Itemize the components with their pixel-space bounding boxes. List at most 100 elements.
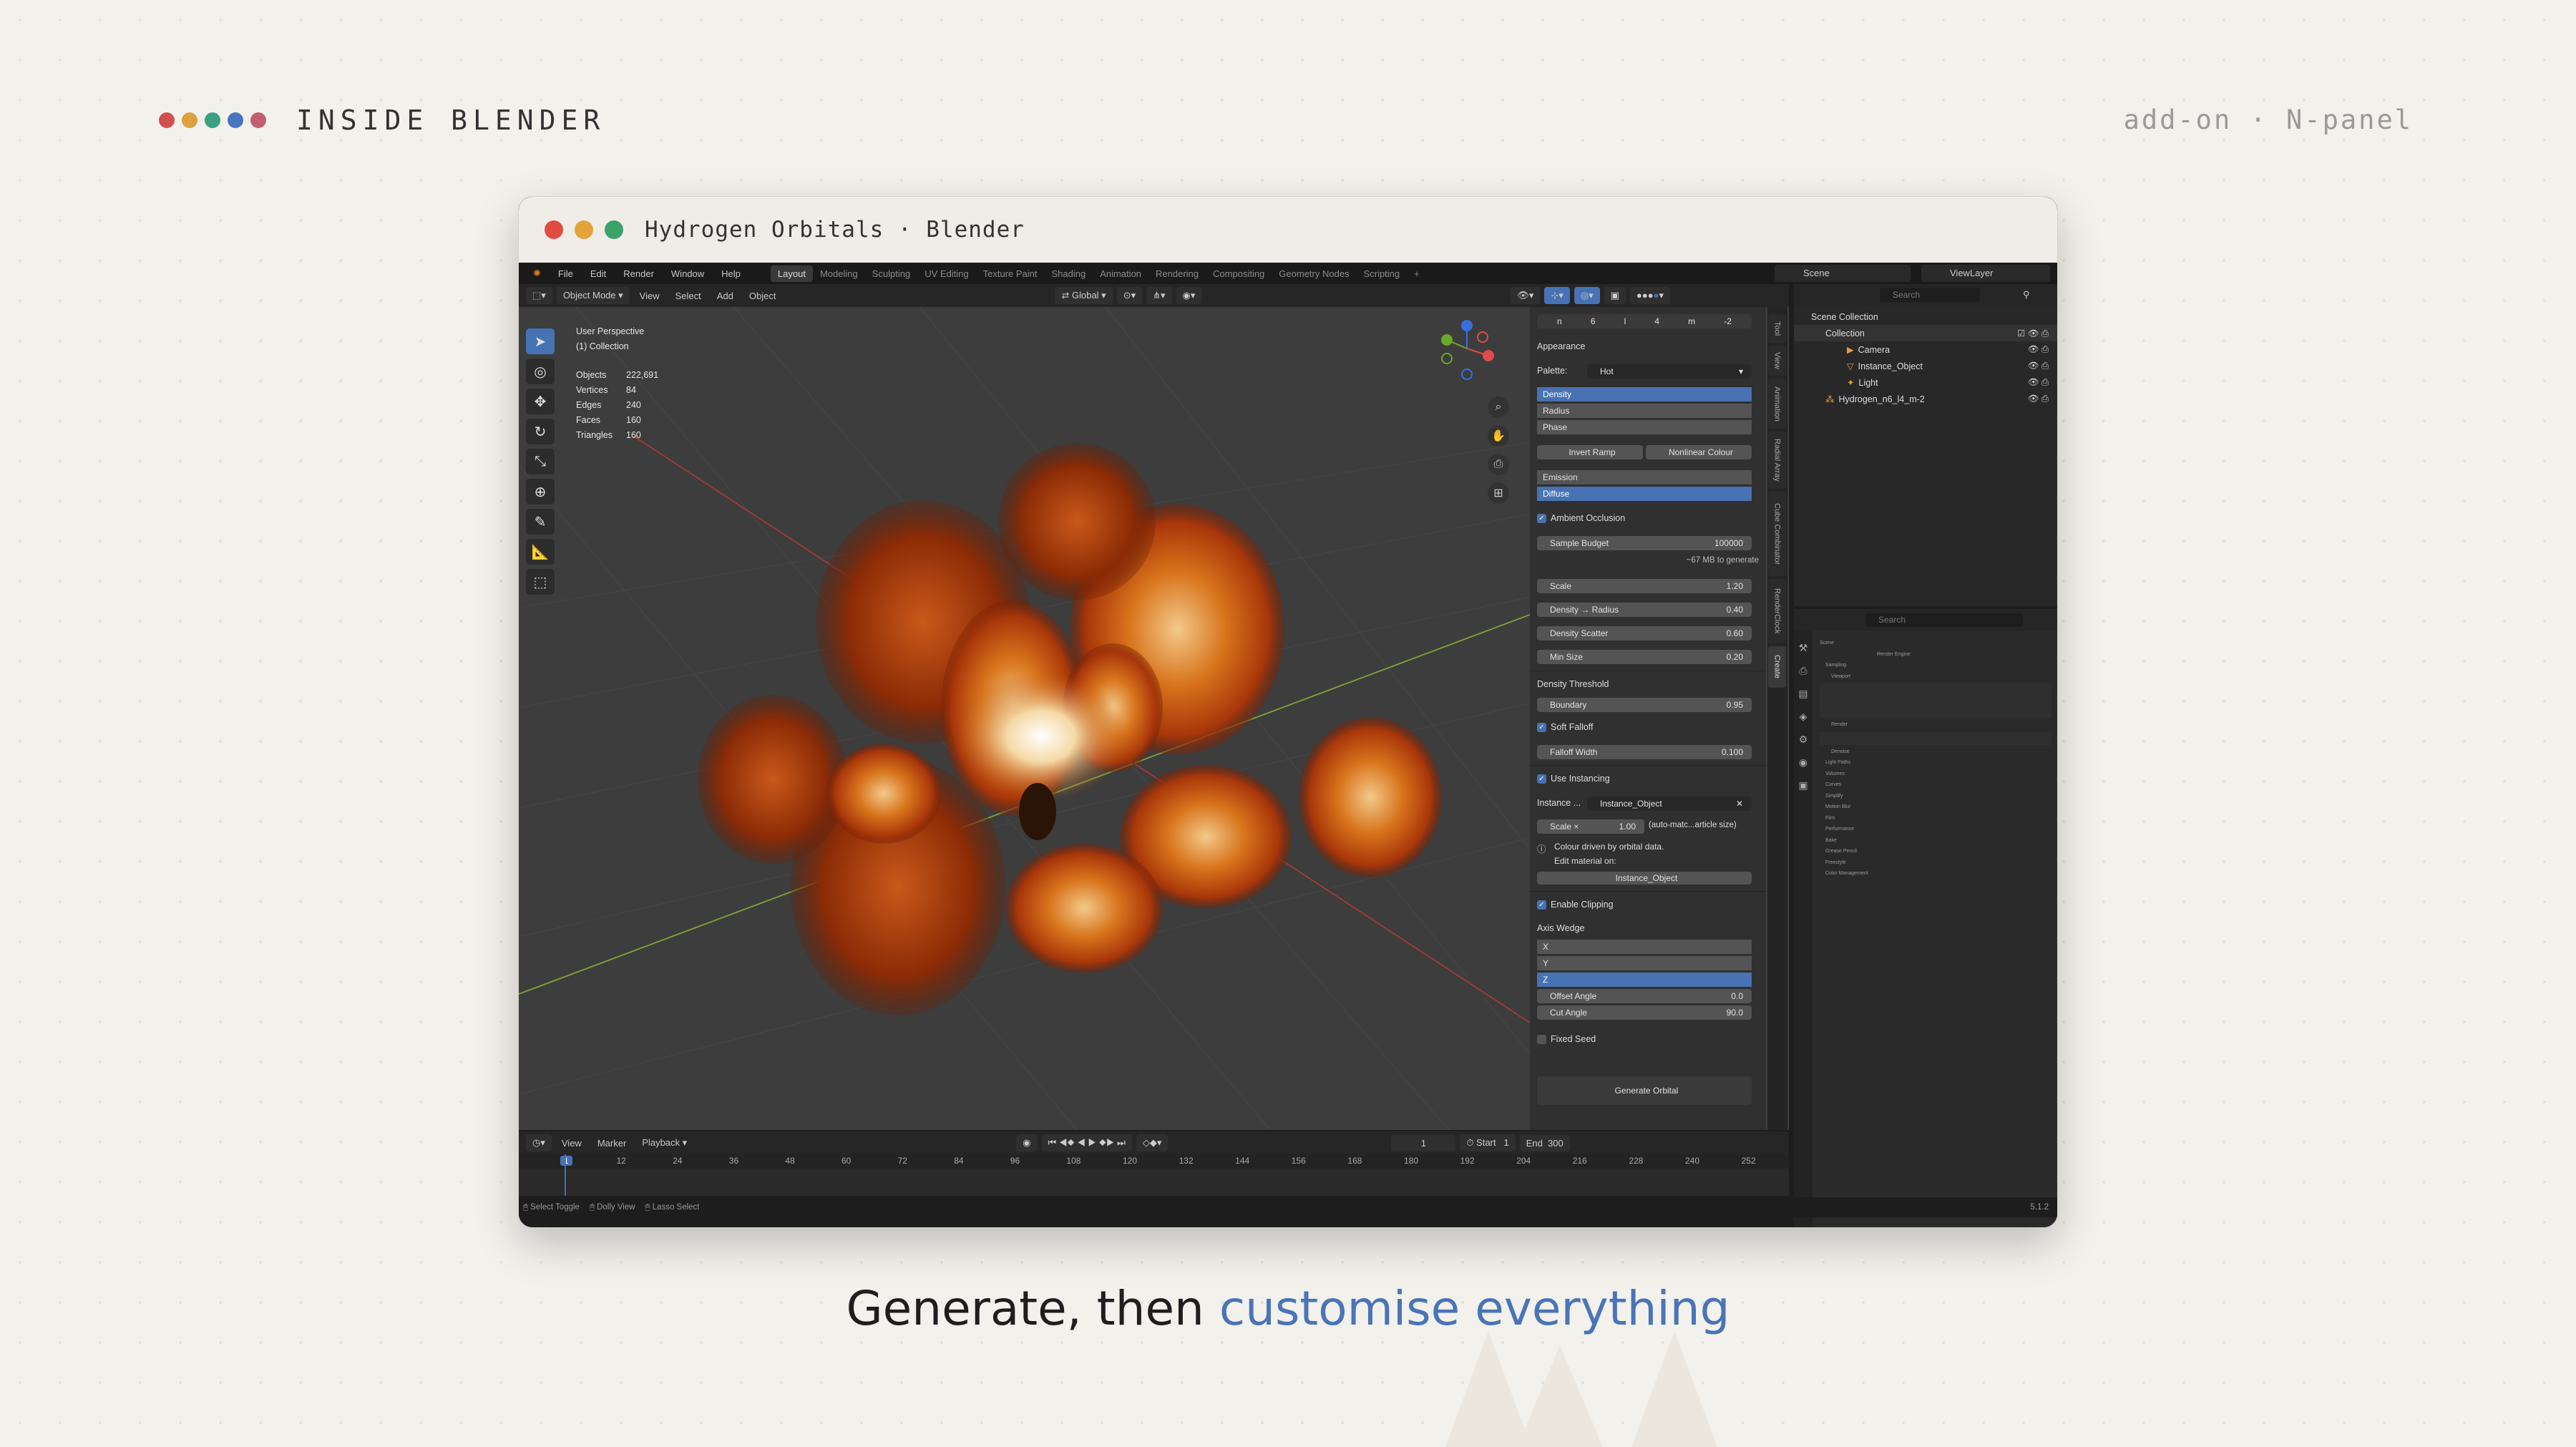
proportional-edit-icon[interactable]: ◉▾ bbox=[1176, 287, 1202, 304]
visibility-eye-icon[interactable]: ☑ 👁 ⎙ bbox=[2017, 328, 2049, 339]
instance-object-field[interactable]: Instance_Object ✕ bbox=[1587, 796, 1752, 811]
shading-diffuse[interactable]: Diffuse bbox=[1537, 487, 1752, 501]
tab-layout[interactable]: Layout bbox=[770, 265, 813, 282]
material-object-field[interactable]: Instance_Object bbox=[1537, 872, 1752, 885]
axis-z-option[interactable]: Z bbox=[1537, 973, 1752, 987]
palette-dropdown[interactable]: Hot ▾ bbox=[1587, 364, 1752, 379]
timeline-menu-marker[interactable]: Marker bbox=[592, 1135, 632, 1151]
visibility-eye-icon[interactable]: 👁 ⎙ bbox=[2028, 344, 2049, 355]
prop-row[interactable]: Denoise bbox=[1820, 746, 2051, 758]
overlays-icon[interactable]: ◎▾ bbox=[1574, 287, 1600, 304]
tab-animation[interactable]: Animation bbox=[1093, 265, 1148, 282]
snap-icon[interactable]: ⋔▾ bbox=[1146, 287, 1172, 304]
scale-tool-icon[interactable]: ⤡ bbox=[526, 449, 555, 474]
menu-view[interactable]: View bbox=[634, 288, 665, 304]
timeline[interactable]: 1 12 24 36 48 60 72 84 96 108 120 132 144 156 168 180 19… bbox=[519, 1154, 1789, 1196]
timeline-editor-type-icon[interactable]: ◷▾ bbox=[526, 1134, 552, 1151]
timeline-menu-playback[interactable]: Playback ▾ bbox=[636, 1134, 693, 1151]
tab-shading[interactable]: Shading bbox=[1045, 265, 1093, 282]
falloff-width-field[interactable]: Falloff Width 0.100 bbox=[1537, 745, 1752, 759]
density-scatter-field[interactable]: Density Scatter 0.60 bbox=[1537, 626, 1752, 640]
menu-edit[interactable]: Edit bbox=[582, 268, 615, 279]
prop-row[interactable]: Freestyle bbox=[1820, 857, 2051, 869]
properties-tab-icons[interactable]: ⚒ ⎙ ▤ ◈ ⚙ ◉ ▣ bbox=[1794, 630, 1813, 796]
editor-type-button[interactable]: ⬚▾ bbox=[526, 287, 552, 304]
pan-hand-icon[interactable]: ✋ bbox=[1488, 425, 1509, 447]
prop-row[interactable]: Light Paths bbox=[1820, 757, 2051, 769]
prop-row[interactable]: Motion Blur bbox=[1820, 802, 2051, 813]
filter-icon[interactable]: ⚲ bbox=[2023, 289, 2030, 301]
enable-clipping-checkbox[interactable]: ✓ Enable Clipping bbox=[1537, 900, 1614, 910]
move-tool-icon[interactable]: ✥ bbox=[526, 389, 555, 414]
tab-cube-combinator[interactable]: Cube Combinator bbox=[1768, 492, 1786, 576]
visibility-eye-icon[interactable]: 👁 ⎙ bbox=[2028, 394, 2049, 404]
prop-row[interactable]: Grease Pencil bbox=[1820, 846, 2051, 857]
menu-file[interactable]: File bbox=[550, 268, 582, 279]
timeline-menu-view[interactable]: View bbox=[556, 1135, 587, 1151]
boundary-field[interactable]: Boundary 0.95 bbox=[1537, 698, 1752, 712]
orientation-selector[interactable]: ⇄ Global ▾ bbox=[1055, 287, 1113, 304]
cursor-tool-icon[interactable]: ◎ bbox=[526, 359, 555, 384]
navigation-gizmo-icon[interactable] bbox=[1438, 318, 1496, 383]
prop-row[interactable]: Volumes bbox=[1820, 769, 2051, 780]
fixed-seed-checkbox[interactable]: Fixed Seed bbox=[1537, 1034, 1596, 1044]
start-frame-field[interactable]: ⏱ Start 1 bbox=[1460, 1134, 1516, 1151]
tab-sculpting[interactable]: Sculpting bbox=[865, 265, 917, 282]
menu-select[interactable]: Select bbox=[670, 288, 707, 304]
playback-controls[interactable]: ⏮ ◀◆ ◀ ▶ ◆▶ ⏭ bbox=[1041, 1134, 1132, 1151]
prop-row[interactable]: Performance bbox=[1820, 824, 2051, 835]
ambient-occlusion-checkbox[interactable]: ✓ Ambient Occlusion bbox=[1537, 513, 1625, 523]
tab-tool[interactable]: Tool bbox=[1768, 314, 1786, 343]
density-radius-field[interactable]: Density → Radius 0.40 bbox=[1537, 603, 1752, 617]
close-window-button[interactable] bbox=[545, 220, 563, 239]
min-size-field[interactable]: Min Size 0.20 bbox=[1537, 650, 1752, 664]
tab-modeling[interactable]: Modeling bbox=[813, 265, 865, 282]
properties-search[interactable]: Search bbox=[1865, 613, 2023, 627]
measure-tool-icon[interactable]: 📐 bbox=[526, 539, 555, 565]
soft-falloff-checkbox[interactable]: ✓ Soft Falloff bbox=[1537, 722, 1594, 732]
camera-view-icon[interactable]: ⎙ bbox=[1488, 454, 1509, 475]
visibility-eye-icon[interactable]: 👁 ⎙ bbox=[2028, 377, 2049, 388]
gizmo-toggle-icon[interactable]: ⊹▾ bbox=[1544, 287, 1570, 304]
prop-row[interactable]: Bake bbox=[1820, 835, 2051, 847]
maximize-window-button[interactable] bbox=[605, 220, 623, 239]
prop-row[interactable]: Render bbox=[1820, 719, 2051, 731]
invert-ramp-button[interactable]: Invert Ramp bbox=[1537, 445, 1643, 459]
add-cube-tool-icon[interactable]: ⬚ bbox=[526, 569, 555, 595]
shading-emission[interactable]: Emission bbox=[1537, 470, 1752, 484]
annotate-tool-icon[interactable]: ✎ bbox=[526, 509, 555, 535]
offset-angle-field[interactable]: Offset Angle 0.0 bbox=[1537, 989, 1752, 1003]
menu-object[interactable]: Object bbox=[743, 288, 782, 304]
outliner-row-instance-object[interactable]: ▽ Instance_Object 👁 ⎙ bbox=[1794, 358, 2057, 374]
menu-add[interactable]: Add bbox=[711, 288, 739, 304]
cut-angle-field[interactable]: Cut Angle 90.0 bbox=[1537, 1005, 1752, 1020]
keyframe-icon[interactable]: ◇◆▾ bbox=[1136, 1134, 1169, 1151]
ortho-grid-icon[interactable]: ⊞ bbox=[1488, 482, 1509, 504]
tab-animation-panel[interactable]: Animation bbox=[1768, 379, 1786, 429]
scene-collection-row[interactable]: Scene Collection bbox=[1794, 308, 2057, 325]
scale-x-field[interactable]: Scale × 1.00 bbox=[1537, 819, 1644, 834]
prop-row[interactable]: Sampling bbox=[1820, 660, 2051, 671]
outliner-row-camera[interactable]: ▶ Camera 👁 ⎙ bbox=[1794, 341, 2057, 358]
minimize-window-button[interactable] bbox=[575, 220, 593, 239]
axis-x-option[interactable]: X bbox=[1537, 940, 1752, 954]
tab-geometry-nodes[interactable]: Geometry Nodes bbox=[1272, 265, 1356, 282]
outliner-row-hydrogen[interactable]: ⁂ Hydrogen_n6_l4_m-2 👁 ⎙ bbox=[1794, 391, 2057, 407]
tab-scripting[interactable]: Scripting bbox=[1357, 265, 1407, 282]
use-instancing-checkbox[interactable]: ✓ Use Instancing bbox=[1537, 774, 1610, 784]
playhead[interactable] bbox=[565, 1154, 566, 1196]
menu-render[interactable]: Render bbox=[615, 268, 663, 279]
tab-view[interactable]: View bbox=[1768, 346, 1786, 376]
tab-rendering[interactable]: Rendering bbox=[1148, 265, 1206, 282]
transform-tool-icon[interactable]: ⊕ bbox=[526, 479, 555, 505]
select-tool-icon[interactable]: ➤ bbox=[526, 328, 555, 354]
zoom-icon[interactable]: ⌕ bbox=[1488, 396, 1509, 418]
xray-icon[interactable]: ▣ bbox=[1604, 287, 1626, 304]
view-layer-selector[interactable]: ViewLayer bbox=[1921, 265, 2050, 282]
outliner-row-collection[interactable]: Collection ☑ 👁 ⎙ bbox=[1794, 325, 2057, 341]
prop-row[interactable]: Film bbox=[1820, 813, 2051, 824]
color-mode-density[interactable]: Density bbox=[1537, 387, 1752, 401]
nonlinear-colour-button[interactable]: Nonlinear Colour bbox=[1646, 445, 1752, 459]
tab-create[interactable]: Create bbox=[1768, 646, 1786, 688]
record-icon[interactable]: ◉ bbox=[1016, 1134, 1038, 1151]
